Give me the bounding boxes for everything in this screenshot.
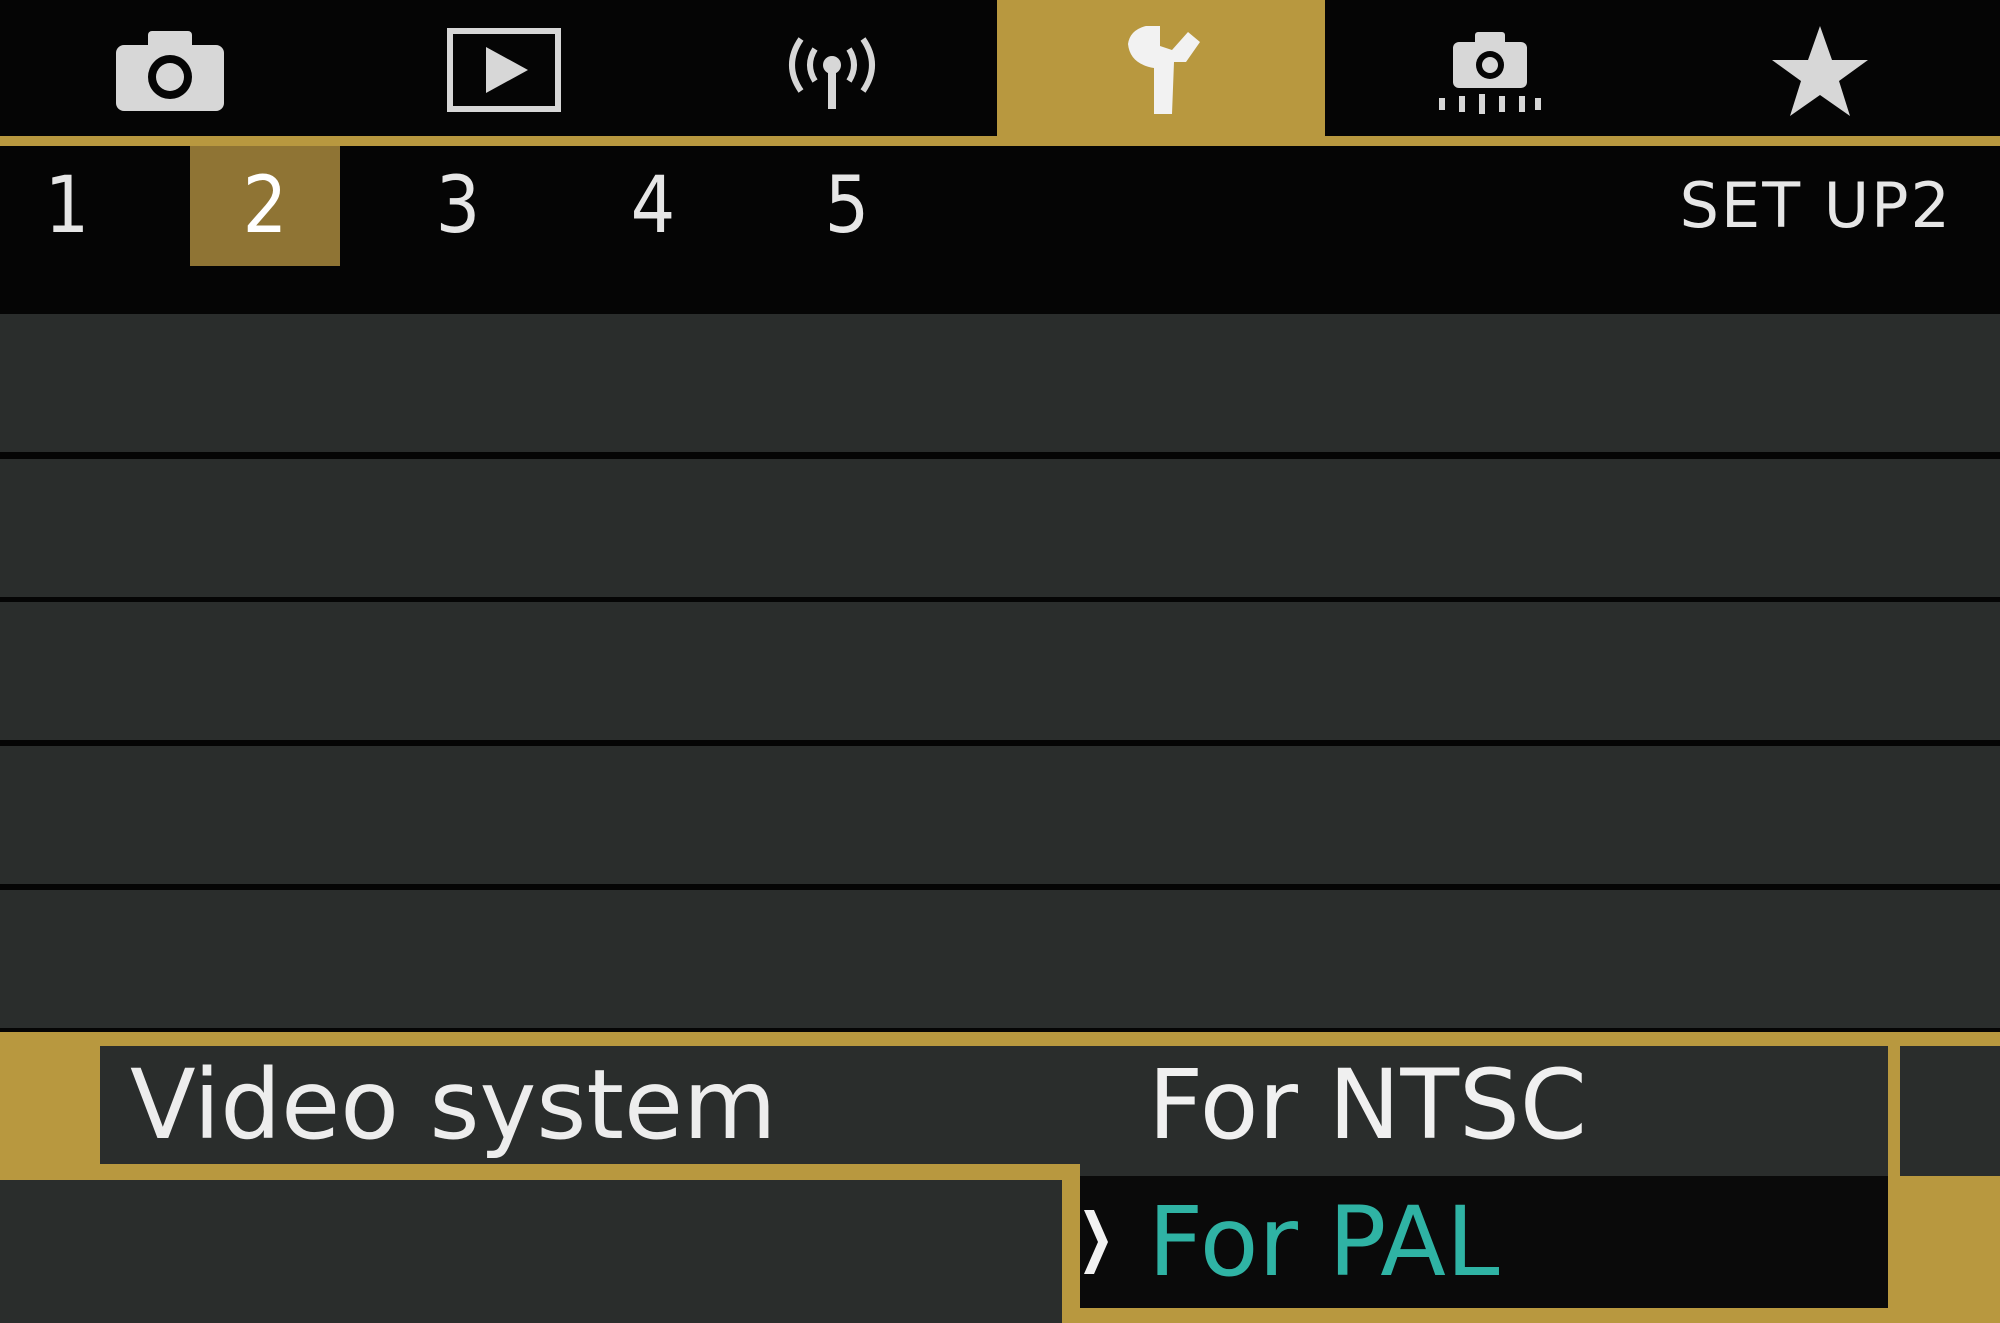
- custom-function-icon: [1439, 32, 1541, 114]
- tab-setup[interactable]: [997, 0, 1325, 140]
- page-4[interactable]: 4: [578, 146, 728, 266]
- menu-row: [0, 746, 2000, 884]
- page-title: SET UP2: [1679, 169, 1952, 242]
- menu-category-tabs: [0, 0, 2000, 140]
- menu-row: [0, 602, 2000, 740]
- option-label: For NTSC: [1148, 1049, 1587, 1161]
- option-pal[interactable]: For PAL: [1080, 1176, 1888, 1308]
- option-label: For PAL: [1148, 1186, 1500, 1298]
- star-icon: [1772, 26, 1868, 116]
- selection-cursor-icon: [1084, 1210, 1108, 1274]
- page-3[interactable]: 3: [383, 146, 533, 266]
- page-selector: 1 2 3 4 5 SET UP2: [0, 146, 2000, 312]
- frame-fill: [1900, 1046, 2000, 1176]
- camera-icon: [116, 31, 224, 111]
- page-1[interactable]: 1: [0, 146, 142, 266]
- tab-my-menu[interactable]: [1730, 0, 1910, 140]
- menu-row: [0, 314, 2000, 452]
- tab-shooting[interactable]: [80, 0, 260, 140]
- menu-row: [0, 890, 2000, 1028]
- menu-item-video-system[interactable]: Video system: [130, 1046, 777, 1164]
- page-5[interactable]: 5: [772, 146, 922, 266]
- wireless-icon: [789, 37, 875, 109]
- tab-wireless[interactable]: [742, 0, 922, 140]
- option-ntsc[interactable]: For NTSC: [1080, 1046, 1888, 1164]
- menu-row: [0, 1180, 1062, 1323]
- tab-playback[interactable]: [414, 0, 594, 140]
- tab-divider: [0, 136, 2000, 146]
- tab-custom-functions[interactable]: [1400, 0, 1580, 140]
- page-2[interactable]: 2: [190, 146, 340, 266]
- menu-row: [0, 459, 2000, 597]
- playback-icon: [447, 28, 561, 112]
- wrench-icon: [1128, 26, 1200, 114]
